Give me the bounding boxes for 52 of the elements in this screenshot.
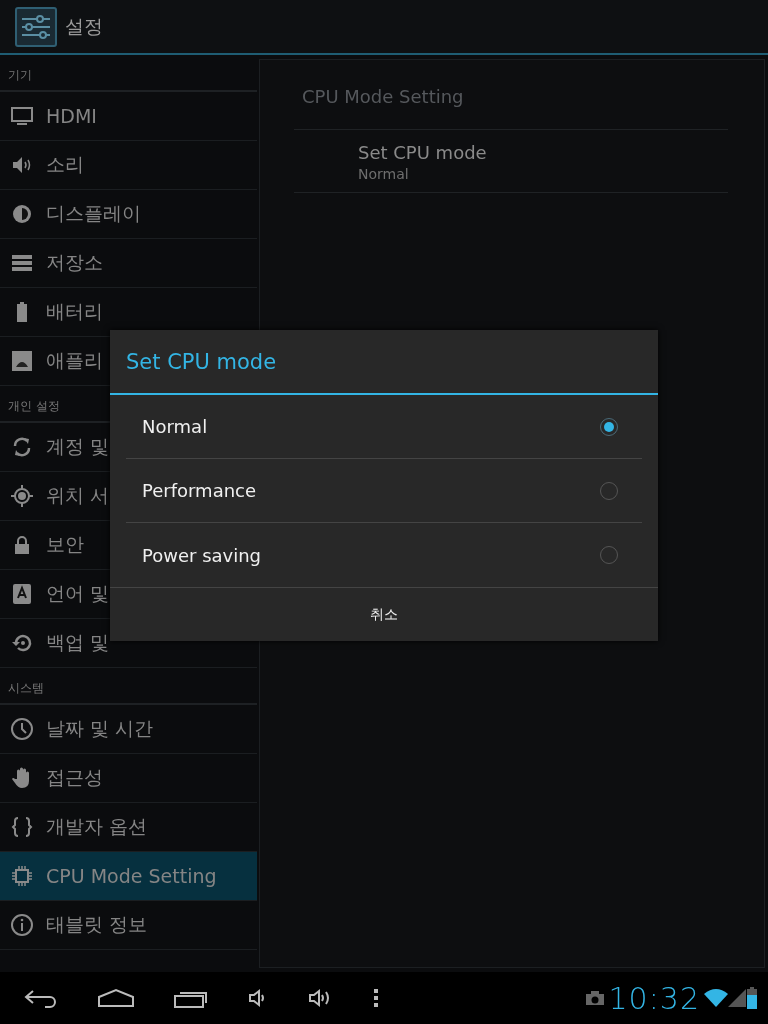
- sidebar-item[interactable]: 디스플레이: [0, 190, 257, 239]
- item-label: 언어 및: [46, 581, 110, 606]
- braces-icon: [10, 815, 34, 839]
- sidebar-item[interactable]: 소리: [0, 141, 257, 190]
- section-header: 기기: [0, 55, 257, 92]
- clock-icon: [10, 717, 34, 741]
- item-label: 개발자 옵션: [46, 814, 148, 839]
- sidebar-item[interactable]: HDMI: [0, 92, 257, 141]
- dialog-title: Set CPU mode: [110, 330, 658, 395]
- item-label: 위치 서: [46, 483, 110, 508]
- signal-icon: [728, 989, 746, 1007]
- back-icon[interactable]: [23, 988, 59, 1008]
- monitor-icon: [10, 104, 34, 128]
- item-label: 배터리: [46, 299, 103, 324]
- wifi-icon: [704, 988, 728, 1008]
- cancel-button[interactable]: 취소: [110, 588, 658, 641]
- item-label: 보안: [46, 532, 84, 557]
- preference-title[interactable]: Set CPU mode: [358, 142, 728, 163]
- battery-icon: [746, 987, 758, 1009]
- clock: 10:32: [608, 980, 700, 1016]
- item-label: 접근성: [46, 765, 103, 790]
- settings-sliders-icon[interactable]: [15, 6, 57, 47]
- sidebar-item[interactable]: 날짜 및 시간: [0, 705, 257, 754]
- preference-summary: Normal: [358, 166, 410, 182]
- home-icon[interactable]: [97, 988, 135, 1008]
- item-label: 태블릿 정보: [46, 912, 148, 937]
- info-icon: [10, 913, 34, 937]
- section-header: 시스템: [0, 668, 257, 705]
- sidebar-item[interactable]: 저장소: [0, 239, 257, 288]
- keyboard-letter-icon: [10, 582, 34, 606]
- sidebar-item[interactable]: CPU Mode Setting: [0, 852, 257, 901]
- item-label: 디스플레이: [46, 201, 141, 226]
- sidebar-item[interactable]: 태블릿 정보: [0, 901, 257, 950]
- item-label: 저장소: [46, 250, 103, 275]
- item-label: 백업 및: [46, 630, 110, 655]
- radio-option[interactable]: Power saving: [126, 523, 642, 587]
- item-label: 소리: [46, 152, 84, 177]
- panel-title: CPU Mode Setting: [294, 60, 728, 130]
- location-icon: [10, 484, 34, 508]
- menu-icon[interactable]: [373, 988, 379, 1008]
- item-label: 계정 및: [46, 434, 110, 459]
- sidebar-item[interactable]: 접근성: [0, 754, 257, 803]
- radio-option[interactable]: Performance: [126, 459, 642, 523]
- app-title: 설정: [65, 13, 103, 39]
- item-label: 날짜 및 시간: [46, 716, 154, 741]
- camera-icon: [584, 990, 605, 1006]
- chip-icon: [10, 864, 34, 888]
- radio-option[interactable]: Normal: [126, 395, 642, 459]
- brightness-icon: [10, 202, 34, 226]
- item-label: HDMI: [46, 105, 97, 127]
- item-label: CPU Mode Setting: [46, 865, 217, 887]
- item-label: 애플리: [46, 348, 103, 373]
